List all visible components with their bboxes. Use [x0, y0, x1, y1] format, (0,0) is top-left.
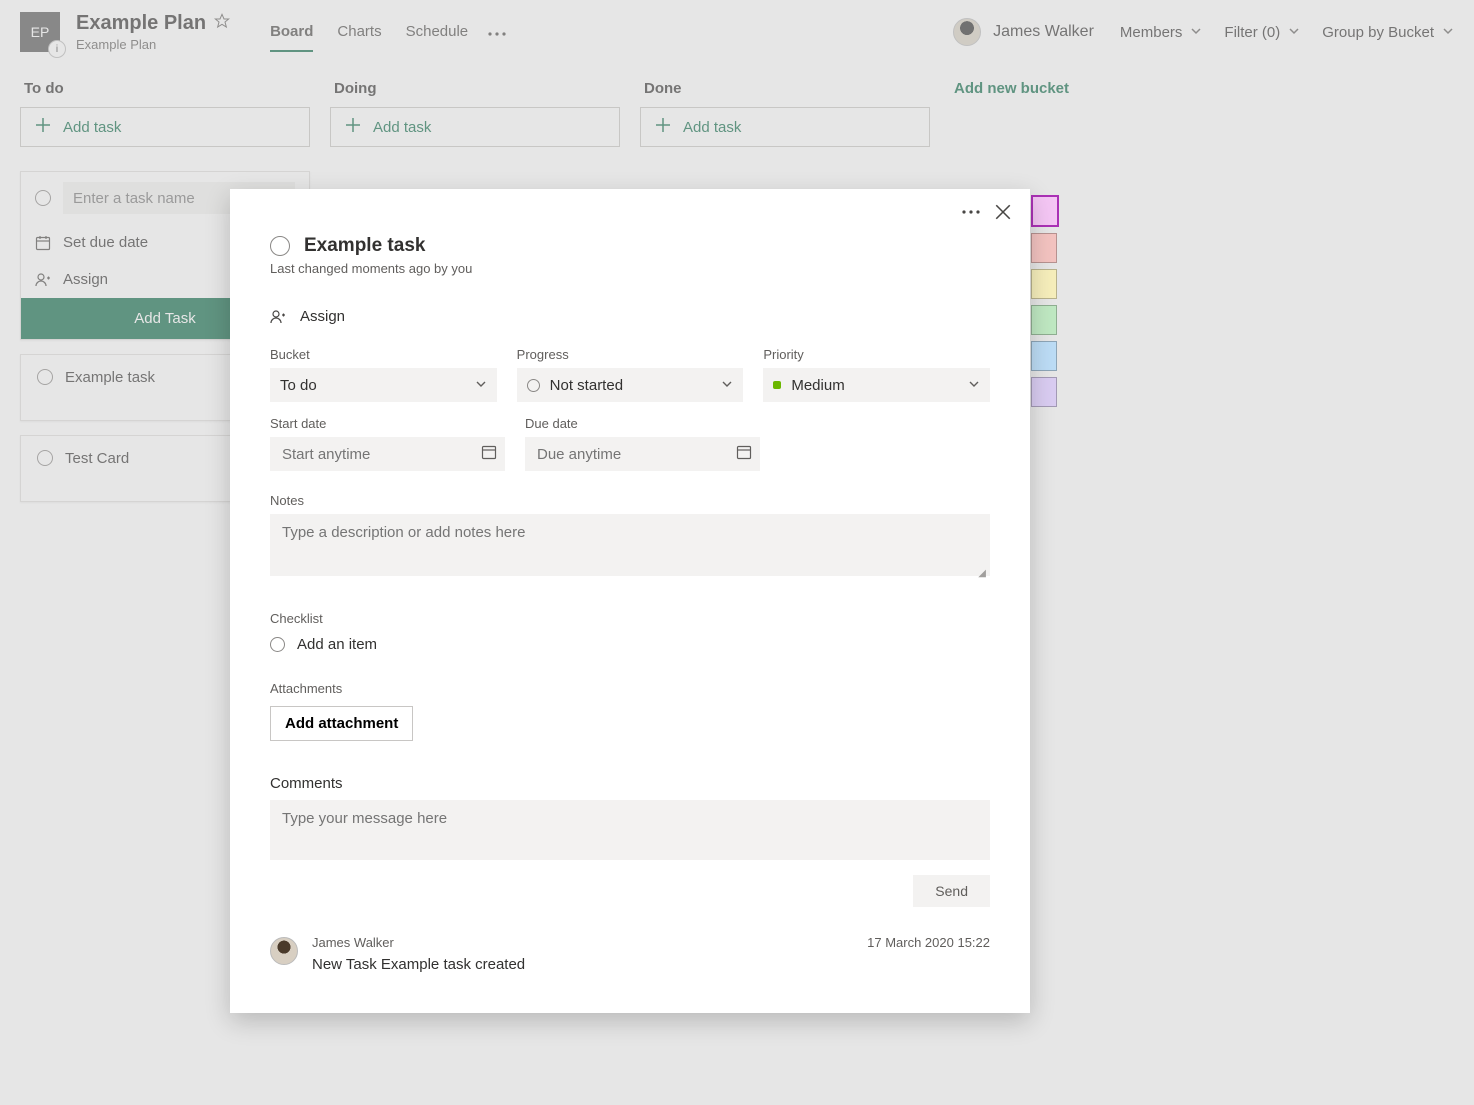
chevron-down-icon: [475, 377, 487, 394]
progress-value: Not started: [550, 377, 623, 394]
notes-label: Notes: [270, 493, 990, 508]
progress-field-label: Progress: [517, 347, 744, 362]
label-color-swatch[interactable]: [1031, 195, 1059, 227]
comment-textarea[interactable]: [270, 800, 990, 860]
progress-status-icon: [527, 379, 540, 392]
start-date-input[interactable]: [282, 446, 481, 463]
label-color-swatch[interactable]: [1031, 269, 1057, 299]
close-icon[interactable]: [994, 203, 1012, 226]
progress-select[interactable]: Not started: [517, 368, 744, 402]
activity-entry: James Walker 17 March 2020 15:22 New Tas…: [270, 907, 990, 973]
send-comment-button[interactable]: Send: [913, 875, 990, 907]
start-date-input-wrapper[interactable]: [270, 437, 505, 471]
assign-button[interactable]: Assign: [270, 306, 990, 327]
comments-label: Comments: [270, 775, 990, 792]
start-date-label: Start date: [270, 416, 505, 431]
due-date-input-wrapper[interactable]: [525, 437, 760, 471]
task-complete-toggle[interactable]: [270, 236, 290, 256]
label-color-picker: [1031, 195, 1059, 407]
checklist-label: Checklist: [270, 611, 990, 626]
task-detail-modal: Example task Last changed moments ago by…: [230, 189, 1030, 1013]
bucket-field-label: Bucket: [270, 347, 497, 362]
activity-timestamp: 17 March 2020 15:22: [867, 935, 990, 950]
priority-indicator-icon: [773, 381, 781, 389]
bucket-select[interactable]: To do: [270, 368, 497, 402]
priority-value: Medium: [791, 377, 844, 394]
assign-label: Assign: [300, 308, 345, 325]
priority-field-label: Priority: [763, 347, 990, 362]
avatar-icon: [270, 937, 298, 965]
priority-select[interactable]: Medium: [763, 368, 990, 402]
add-attachment-button[interactable]: Add attachment: [270, 706, 413, 741]
more-menu-icon[interactable]: [962, 203, 980, 226]
due-date-input[interactable]: [537, 446, 736, 463]
chevron-down-icon: [721, 377, 733, 394]
notes-textarea[interactable]: [270, 514, 990, 576]
status-circle-icon: [270, 637, 285, 652]
chevron-down-icon: [968, 377, 980, 394]
calendar-icon[interactable]: [481, 444, 497, 464]
due-date-label: Due date: [525, 416, 760, 431]
label-color-swatch[interactable]: [1031, 233, 1057, 263]
label-color-swatch[interactable]: [1031, 377, 1057, 407]
person-add-icon: [270, 309, 286, 325]
calendar-icon[interactable]: [736, 444, 752, 464]
last-changed-text: Last changed moments ago by you: [270, 261, 990, 276]
activity-author: James Walker: [312, 935, 394, 950]
activity-text: New Task Example task created: [312, 956, 990, 973]
attachments-label: Attachments: [270, 681, 990, 696]
label-color-swatch[interactable]: [1031, 341, 1057, 371]
label-color-swatch[interactable]: [1031, 305, 1057, 335]
checklist-add-label: Add an item: [297, 636, 377, 653]
task-title[interactable]: Example task: [304, 235, 425, 257]
bucket-value: To do: [280, 377, 317, 394]
checklist-add-item[interactable]: Add an item: [270, 636, 990, 653]
